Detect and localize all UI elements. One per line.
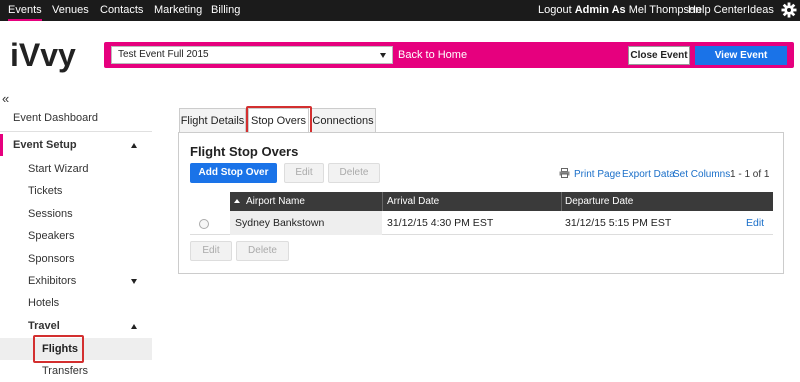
panel-title: Flight Stop Overs: [190, 144, 299, 159]
logo-text: iVvy: [10, 37, 76, 73]
admin-as-label: Admin As: [574, 4, 626, 16]
event-bar: Test Event Full 2015 Back to Home Close …: [104, 42, 794, 80]
table-row[interactable]: Sydney Bankstown 31/12/15 4:30 PM EST 31…: [190, 211, 773, 235]
sidebar-item-start-wizard[interactable]: Start Wizard: [0, 158, 152, 180]
gear-icon[interactable]: [781, 2, 797, 18]
airport-name-cell: Sydney Bankstown: [235, 217, 325, 229]
row-select-radio[interactable]: [199, 219, 209, 229]
close-event-button[interactable]: Close Event: [628, 46, 690, 65]
collapse-arrow-icon: [131, 143, 137, 148]
delete-button[interactable]: Delete: [328, 163, 380, 183]
stop-overs-panel: Flight Stop Overs Add Stop Over Edit Del…: [178, 132, 784, 274]
nav-events[interactable]: Events: [8, 0, 42, 21]
page-count: 1 - 1 of 1: [730, 169, 770, 180]
delete-button-bottom[interactable]: Delete: [236, 241, 289, 261]
header: iVvy Test Event Full 2015 Back to Home C…: [0, 21, 800, 85]
column-arrival-date[interactable]: Arrival Date: [387, 192, 439, 211]
sidebar-item-hotels[interactable]: Hotels: [0, 292, 152, 314]
sidebar-item-label: Travel: [28, 320, 60, 332]
event-select[interactable]: Test Event Full 2015: [111, 46, 393, 64]
column-divider: [382, 192, 383, 211]
arrival-date-cell: 31/12/15 4:30 PM EST: [387, 217, 494, 229]
sidebar-divider: [0, 131, 152, 132]
add-stop-over-button[interactable]: Add Stop Over: [190, 163, 277, 183]
sidebar-item-event-setup[interactable]: Event Setup: [0, 134, 152, 156]
top-nav: Events Venues Contacts Marketing Billing…: [0, 0, 800, 21]
collapse-arrow-icon: [131, 324, 137, 329]
nav-marketing[interactable]: Marketing: [154, 0, 202, 21]
set-columns-link[interactable]: Set Columns: [673, 169, 730, 180]
column-divider: [561, 192, 562, 211]
sort-ascending-icon[interactable]: [234, 199, 240, 203]
sidebar-item-exhibitors[interactable]: Exhibitors: [0, 270, 152, 292]
logout-link[interactable]: Logout Admin As Mel Thompson: [538, 0, 701, 21]
row-edit-link[interactable]: Edit: [746, 211, 764, 235]
departure-date-cell: 31/12/15 5:15 PM EST: [565, 217, 672, 229]
print-page-link[interactable]: Print Page: [574, 169, 621, 180]
nav-billing[interactable]: Billing: [211, 0, 240, 21]
edit-button-bottom[interactable]: Edit: [190, 241, 232, 261]
tab-connections[interactable]: Connections: [310, 108, 376, 133]
back-to-home-link[interactable]: Back to Home: [398, 47, 467, 63]
nav-contacts[interactable]: Contacts: [100, 0, 143, 21]
event-select-value: Test Event Full 2015: [118, 49, 209, 60]
sidebar-item-label: Exhibitors: [28, 275, 77, 287]
ideas-link[interactable]: Ideas: [747, 0, 774, 21]
sidebar-item-label: Event Setup: [13, 139, 77, 151]
column-airport-name[interactable]: Airport Name: [246, 192, 305, 211]
sidebar-item-speakers[interactable]: Speakers: [0, 225, 152, 247]
chevron-down-icon: [380, 53, 386, 58]
export-data-link[interactable]: Export Data: [622, 169, 675, 180]
logout-label: Logout: [538, 4, 572, 16]
nav-venues[interactable]: Venues: [52, 0, 89, 21]
sidebar-item-event-dashboard[interactable]: Event Dashboard: [0, 107, 152, 129]
help-center-link[interactable]: Help Center: [688, 0, 747, 21]
tab-stop-overs[interactable]: Stop Overs: [248, 108, 309, 134]
expand-arrow-icon: [131, 279, 137, 284]
sidebar-item-travel[interactable]: Travel: [0, 315, 152, 337]
column-departure-date[interactable]: Departure Date: [565, 192, 633, 211]
sidebar-item-flights[interactable]: Flights: [0, 338, 152, 360]
edit-button[interactable]: Edit: [284, 163, 324, 183]
print-icon[interactable]: [559, 168, 570, 178]
tab-flight-details[interactable]: Flight Details: [179, 108, 246, 133]
table-header: Airport Name Arrival Date Departure Date: [230, 192, 773, 211]
sidebar-item-transfers[interactable]: Transfers: [0, 360, 152, 382]
ivvy-logo: iVvy: [10, 37, 76, 73]
collapse-sidebar-icon[interactable]: «: [2, 91, 9, 106]
sidebar-item-sessions[interactable]: Sessions: [0, 203, 152, 225]
sidebar-item-sponsors[interactable]: Sponsors: [0, 248, 152, 270]
view-event-website-button[interactable]: View Event Website: [695, 46, 787, 80]
sidebar-item-tickets[interactable]: Tickets: [0, 180, 152, 202]
